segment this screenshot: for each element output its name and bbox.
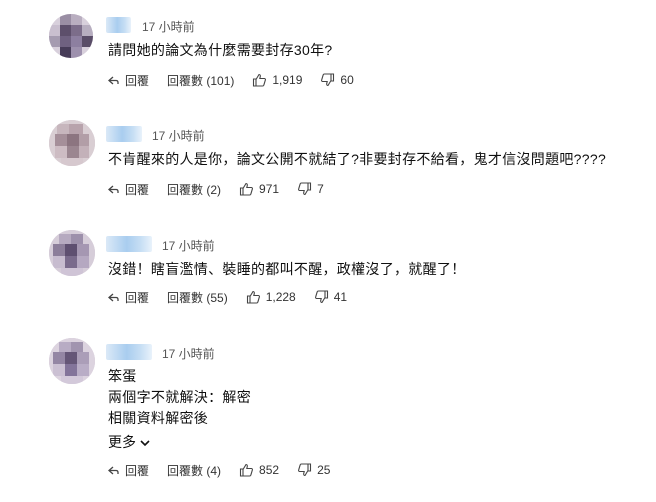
comment-timestamp: 17 小時前	[142, 20, 195, 34]
like-button[interactable]: 852	[239, 463, 279, 477]
show-more-button[interactable]: 更多	[108, 432, 150, 452]
reply-label: 回覆	[125, 290, 150, 305]
view-replies-button[interactable]: 回覆數 (2)	[167, 181, 221, 198]
reply-button[interactable]: 回覆	[106, 181, 149, 198]
comment-text: 不肯醒來的人是你，論文公開不就結了?非要封存不給看，鬼才信沒問題吧????	[108, 151, 607, 167]
like-button[interactable]: 1,919	[252, 73, 302, 87]
comment-timestamp: 17 小時前	[162, 347, 215, 361]
avatar[interactable]	[49, 338, 95, 384]
comment-text: 沒錯！瞎盲濫情、裝睡的都叫不醒，政權沒了，就醒了！	[108, 261, 466, 277]
like-count: 852	[259, 463, 280, 477]
reply-label: 回覆	[125, 182, 150, 197]
comment-actions: 回覆 回覆數 (101) 1,919 60	[106, 70, 372, 90]
replies-label: 回覆數 (4)	[167, 463, 222, 478]
reply-arrow-icon	[106, 73, 120, 87]
avatar[interactable]	[49, 120, 95, 166]
reply-button[interactable]: 回覆	[106, 462, 149, 479]
like-button[interactable]: 1,228	[246, 290, 296, 304]
thumbs-up-icon	[246, 290, 261, 304]
comment-text-line: 笨蛋	[108, 368, 137, 384]
thumbs-up-icon	[252, 73, 267, 87]
author-name[interactable]	[106, 236, 152, 252]
comment-actions: 回覆 回覆數 (2) 971 7	[106, 179, 342, 199]
comment-text-line: 兩個字不就解決：解密	[108, 389, 251, 405]
comment-timestamp: 17 小時前	[152, 129, 205, 143]
replies-label: 回覆數 (2)	[167, 182, 222, 197]
comment-timestamp: 17 小時前	[162, 239, 215, 253]
dislike-button[interactable]: 25	[297, 463, 330, 477]
dislike-button[interactable]: 41	[314, 290, 347, 304]
dislike-button[interactable]: 60	[320, 73, 354, 87]
comment-text-line: 相關資料解密後	[108, 410, 209, 426]
reply-arrow-icon	[106, 182, 120, 196]
thumbs-down-icon	[297, 463, 312, 477]
reply-arrow-icon	[106, 463, 120, 477]
dislike-count: 7	[317, 182, 324, 196]
avatar[interactable]	[49, 14, 93, 58]
reply-button[interactable]: 回覆	[106, 72, 149, 89]
like-count: 1,228	[265, 290, 296, 304]
like-count: 1,919	[272, 73, 303, 87]
replies-label: 回覆數 (101)	[167, 73, 235, 88]
author-name[interactable]	[106, 126, 142, 142]
dislike-count: 41	[333, 290, 348, 304]
comment-text: 請問她的論文為什麼需要封存30年?	[108, 42, 333, 58]
like-button[interactable]: 971	[239, 182, 279, 196]
comment-actions: 回覆 回覆數 (4) 852 25	[106, 460, 348, 480]
show-more-label: 更多	[108, 434, 136, 450]
reply-button[interactable]: 回覆	[106, 289, 149, 306]
thumbs-up-icon	[239, 463, 254, 477]
thumbs-down-icon	[320, 73, 335, 87]
replies-label: 回覆數 (55)	[167, 290, 228, 305]
author-name[interactable]	[106, 344, 152, 360]
view-replies-button[interactable]: 回覆數 (101)	[167, 72, 234, 89]
reply-label: 回覆	[125, 73, 150, 88]
dislike-count: 25	[317, 463, 331, 477]
chevron-down-icon	[140, 434, 150, 450]
view-replies-button[interactable]: 回覆數 (55)	[167, 289, 228, 306]
dislike-count: 60	[340, 73, 354, 87]
reply-label: 回覆	[125, 463, 150, 478]
thumbs-down-icon	[314, 290, 329, 304]
author-name[interactable]	[106, 17, 131, 33]
like-count: 971	[259, 182, 280, 196]
view-replies-button[interactable]: 回覆數 (4)	[167, 462, 221, 479]
thumbs-down-icon	[297, 182, 312, 196]
thumbs-up-icon	[239, 182, 254, 196]
dislike-button[interactable]: 7	[297, 182, 324, 196]
avatar[interactable]	[49, 230, 95, 276]
comment-actions: 回覆 回覆數 (55) 1,228 41	[106, 287, 365, 307]
reply-arrow-icon	[106, 290, 120, 304]
